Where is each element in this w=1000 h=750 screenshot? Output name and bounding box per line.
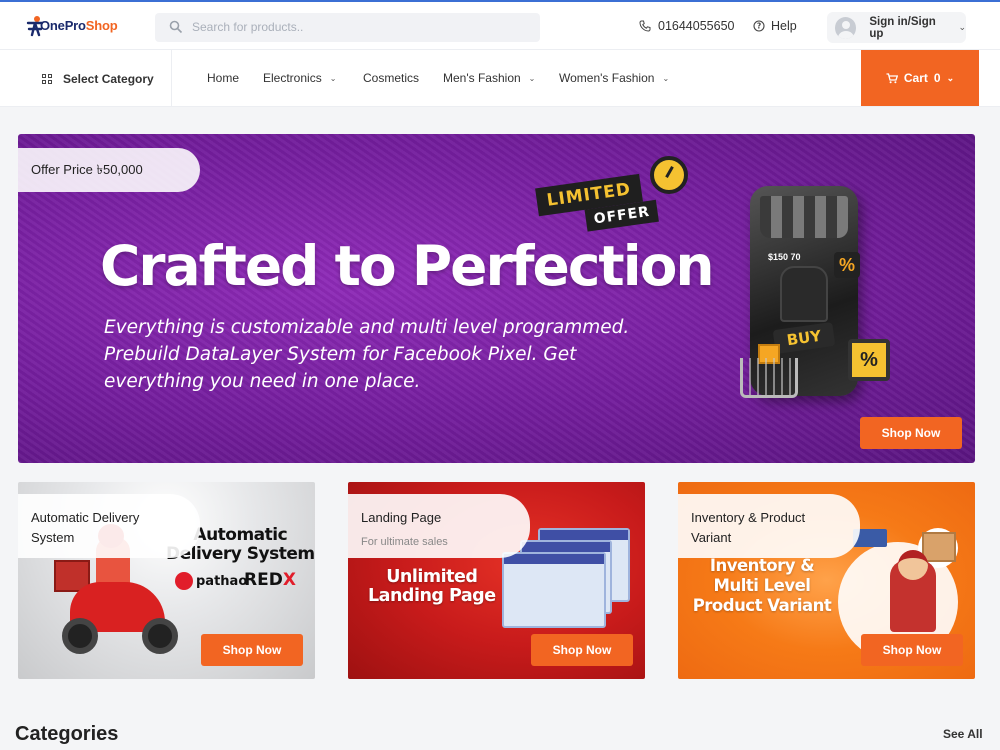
pathao-icon [175, 572, 193, 590]
chevron-down-icon: ⌄ [662, 73, 670, 83]
nav-item-home[interactable]: Home [207, 71, 239, 85]
hero-banner[interactable]: Offer Price ৳50,000 LIMITED OFFER Crafte… [18, 134, 975, 463]
grid-icon [42, 73, 52, 84]
signin-button[interactable]: Sign in/Sign up ⌄ [827, 12, 966, 43]
svg-text:?: ? [757, 22, 761, 31]
phone-contact[interactable]: 01644055650 [639, 19, 734, 33]
logo-shop: Shop [85, 18, 118, 33]
card-title-pill: Inventory & Product Variant [678, 494, 860, 558]
pathao-text: pathao [196, 573, 248, 589]
promo-card-landing-page[interactable]: Unlimited Landing Page Landing Page For … [348, 482, 645, 679]
nav-item-electronics[interactable]: Electronics ⌄ [263, 71, 336, 85]
promo-card-inventory[interactable]: Inventory & Multi Level Product Variant … [678, 482, 975, 679]
card-art-line: Inventory & [709, 556, 815, 575]
stopwatch-icon [650, 156, 688, 194]
help-link[interactable]: ? Help [753, 19, 797, 33]
boxes-icon [922, 532, 956, 562]
logo-one: One [40, 18, 65, 33]
promo-card-delivery[interactable]: Automatic Delivery System pathao REDX Au… [18, 482, 315, 679]
limited-offer-badge: LIMITED OFFER [535, 172, 660, 238]
percent-sign-icon: % [848, 339, 890, 381]
card-art-line: Multi Level [713, 576, 811, 595]
card-art-line: Unlimited [386, 567, 478, 587]
buy-sign: BUY [772, 321, 836, 355]
nav-item-womens-fashion[interactable]: Women's Fashion ⌄ [559, 71, 669, 85]
browser-window-graphic [502, 552, 606, 628]
chevron-down-icon: ⌄ [946, 72, 955, 83]
card-art-text: Inventory & Multi Level Product Variant [692, 556, 832, 616]
nav-item-label: Men's Fashion [443, 71, 521, 85]
hero-description: Everything is customizable and multi lev… [104, 317, 630, 392]
card-shop-now-button[interactable]: Shop Now [861, 634, 963, 666]
cart-count: 0 [933, 71, 941, 85]
search-input[interactable]: Search for products.. [155, 13, 540, 42]
logo-text: OneProShop [40, 18, 118, 33]
wheel-graphic [62, 618, 98, 654]
nav-item-label: Women's Fashion [559, 71, 655, 85]
phone-number: 01644055650 [658, 19, 735, 33]
phone-icon [639, 20, 651, 32]
select-category-label: Select Category [63, 71, 154, 86]
wheel-graphic [142, 618, 178, 654]
redx-logo: REDX [244, 570, 296, 590]
search-placeholder: Search for products.. [192, 20, 304, 34]
cart-icon [886, 72, 898, 83]
nav-item-label: Cosmetics [363, 71, 420, 85]
redx-x: X [282, 570, 296, 590]
site-logo[interactable]: OneProShop [26, 13, 126, 41]
card-subtitle: For ultimate sales [361, 536, 448, 548]
logo-pro: Pro [64, 18, 86, 33]
chevron-down-icon: ⌄ [329, 73, 337, 83]
card-title: Automatic Delivery System [31, 510, 140, 545]
hero-title: Crafted to Perfection [100, 234, 715, 298]
card-title: Inventory & Product Variant [691, 510, 806, 545]
card-shop-now-button[interactable]: Shop Now [531, 634, 633, 666]
select-category-button[interactable]: Select Category [0, 50, 172, 107]
shopping-basket-icon [740, 358, 798, 398]
price-tag: $150 70 [768, 252, 801, 262]
card-title: Landing Page [361, 510, 442, 525]
nav-item-cosmetics[interactable]: Cosmetics [363, 71, 419, 85]
chevron-down-icon: ⌄ [958, 22, 966, 32]
card-title-pill: Automatic Delivery System [18, 494, 200, 558]
hero-shop-now-button[interactable]: Shop Now [860, 417, 962, 449]
chevron-down-icon: ⌄ [528, 73, 536, 83]
help-label: Help [771, 19, 797, 33]
see-all-link[interactable]: See All [943, 727, 983, 741]
worker-head-graphic [898, 550, 928, 580]
search-icon [169, 20, 183, 34]
card-title-pill: Landing Page For ultimate sales [348, 494, 530, 558]
nav-item-mens-fashion[interactable]: Men's Fashion ⌄ [443, 71, 535, 85]
cart-label: Cart [903, 71, 928, 85]
cart-button[interactable]: Cart 0 ⌄ [861, 50, 979, 106]
top-header: OneProShop Search for products.. 0164405… [0, 0, 1000, 50]
card-art-text: Unlimited Landing Page [368, 568, 496, 606]
offer-price-badge: Offer Price ৳50,000 [18, 148, 200, 192]
redx-text: RED [244, 570, 283, 590]
card-art-line: Product Variant [692, 596, 832, 615]
nav-item-label: Electronics [263, 71, 322, 85]
main-nav: Select Category Home Electronics ⌄ Cosme… [0, 50, 1000, 107]
card-art-line: Landing Page [368, 586, 496, 606]
awning-graphic [760, 196, 848, 238]
avatar [835, 16, 857, 39]
signin-label: Sign in/Sign up [869, 15, 936, 40]
percent-icon: % [834, 252, 860, 278]
card-shop-now-button[interactable]: Shop Now [201, 634, 303, 666]
nav-item-label: Home [207, 71, 240, 85]
categories-heading: Categories [15, 723, 119, 745]
help-icon: ? [753, 20, 765, 32]
pathao-logo: pathao [175, 572, 247, 590]
jacket-graphic [780, 266, 828, 322]
